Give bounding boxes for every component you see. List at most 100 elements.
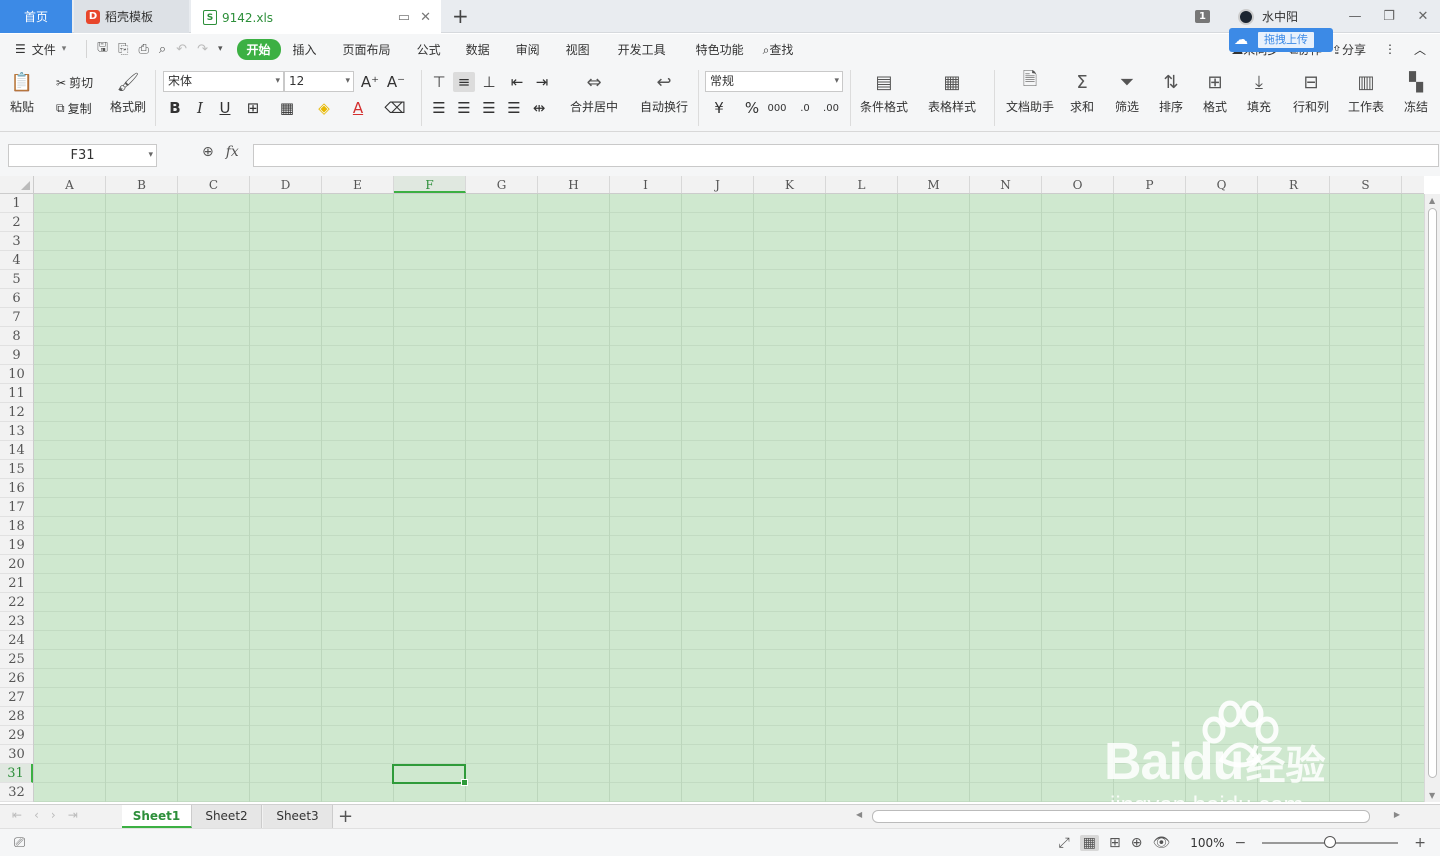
fill-button[interactable]: ⤓ 填充: [1247, 70, 1271, 115]
tab-special-features[interactable]: 特色功能: [681, 41, 759, 58]
distributed-align-icon[interactable]: ⇹: [528, 98, 550, 118]
name-box[interactable]: F31: [8, 144, 157, 167]
active-cell-selection[interactable]: [392, 764, 468, 786]
row-header[interactable]: 2: [0, 213, 33, 232]
decrease-indent-icon[interactable]: ⇤: [506, 72, 528, 92]
increase-indent-icon[interactable]: ⇥: [531, 72, 553, 92]
tab-docer-templates[interactable]: D 稻壳模板: [74, 0, 189, 33]
row-header[interactable]: 10: [0, 365, 33, 384]
scroll-right-icon[interactable]: ▶: [1394, 810, 1400, 819]
align-middle-icon[interactable]: ≡: [453, 72, 475, 92]
row-header[interactable]: 1: [0, 194, 33, 213]
row-header[interactable]: 23: [0, 612, 33, 631]
fill-pattern-icon[interactable]: ▦: [276, 98, 298, 118]
merge-center-button[interactable]: ⇔ 合并居中: [570, 70, 618, 115]
scroll-down-icon[interactable]: ▼: [1429, 791, 1435, 800]
tab-data[interactable]: 数据: [453, 41, 503, 58]
sheet-tab-2[interactable]: Sheet2: [192, 805, 262, 828]
row-header[interactable]: 29: [0, 726, 33, 745]
row-header[interactable]: 27: [0, 688, 33, 707]
row-header[interactable]: 32: [0, 783, 33, 802]
column-header[interactable]: P: [1114, 176, 1186, 193]
clear-format-icon[interactable]: ⌫: [384, 98, 406, 118]
column-header[interactable]: B: [106, 176, 178, 193]
row-header[interactable]: 3: [0, 232, 33, 251]
row-header[interactable]: 22: [0, 593, 33, 612]
percent-icon[interactable]: %: [741, 98, 763, 118]
row-header[interactable]: 5: [0, 270, 33, 289]
column-header[interactable]: G: [466, 176, 538, 193]
conditional-format-button[interactable]: ▤ 条件格式: [860, 70, 908, 115]
normal-view-icon[interactable]: ▦: [1079, 835, 1099, 851]
row-header[interactable]: 6: [0, 289, 33, 308]
align-center-icon[interactable]: ☰: [453, 98, 475, 118]
vertical-scrollbar[interactable]: ▲ ▼: [1424, 194, 1440, 802]
number-format-select[interactable]: 常规: [705, 71, 843, 92]
currency-icon[interactable]: ¥: [708, 98, 730, 118]
more-options-icon[interactable]: ⋮: [1376, 42, 1404, 56]
row-header[interactable]: 20: [0, 555, 33, 574]
filter-button[interactable]: ⏷ 筛选: [1115, 70, 1139, 115]
column-header[interactable]: Q: [1186, 176, 1258, 193]
row-header[interactable]: 30: [0, 745, 33, 764]
scroll-left-icon[interactable]: ◀: [856, 810, 862, 819]
column-header[interactable]: C: [178, 176, 250, 193]
row-header[interactable]: 26: [0, 669, 33, 688]
tab-document[interactable]: S 9142.xls ▭ ✕: [191, 0, 441, 33]
column-header[interactable]: L: [826, 176, 898, 193]
tab-review[interactable]: 审阅: [503, 41, 553, 58]
collapse-ribbon-icon[interactable]: ︿: [1414, 41, 1440, 58]
align-right-icon[interactable]: ☰: [478, 98, 500, 118]
window-count-badge[interactable]: 1: [1195, 10, 1210, 23]
zoom-level[interactable]: 100%: [1190, 836, 1224, 850]
search-button[interactable]: ⌕查找: [759, 41, 798, 58]
fullscreen-icon[interactable]: ⤢: [1059, 835, 1070, 851]
border-icon[interactable]: ⊞: [242, 98, 264, 118]
undo-icon[interactable]: ↶: [176, 42, 187, 57]
quick-access-more-icon[interactable]: ▾: [218, 44, 223, 54]
worksheet-button[interactable]: ▥ 工作表: [1348, 70, 1384, 115]
prev-sheet-icon[interactable]: ‹: [34, 808, 39, 822]
pin-tab-icon[interactable]: ▭: [398, 10, 410, 25]
column-header[interactable]: S: [1330, 176, 1402, 193]
underline-icon[interactable]: U: [214, 98, 236, 118]
copy-button[interactable]: ⧉ 复制: [56, 100, 92, 117]
sheet-tab-1[interactable]: Sheet1: [122, 805, 192, 828]
redo-icon[interactable]: ↷: [197, 42, 208, 57]
row-header[interactable]: 12: [0, 403, 33, 422]
row-header[interactable]: 25: [0, 650, 33, 669]
zoom-formula-icon[interactable]: ⊕: [202, 144, 214, 160]
row-header[interactable]: 19: [0, 536, 33, 555]
next-sheet-icon[interactable]: ›: [51, 808, 56, 822]
column-header[interactable]: J: [682, 176, 754, 193]
save-icon[interactable]: 🖫: [97, 38, 108, 60]
first-sheet-icon[interactable]: ⇤: [12, 808, 22, 822]
horizontal-scrollbar[interactable]: ◀ ▶: [852, 810, 1404, 824]
new-tab-button[interactable]: +: [452, 4, 469, 28]
format-painter-button[interactable]: 🖌 格式刷: [110, 70, 146, 115]
doc-assistant-button[interactable]: 🗎 文档助手: [1006, 69, 1054, 115]
column-header[interactable]: K: [754, 176, 826, 193]
page-break-view-icon[interactable]: ⊞: [1109, 835, 1121, 851]
align-top-icon[interactable]: ⊤: [428, 72, 450, 92]
justify-icon[interactable]: ☰: [503, 98, 525, 118]
row-header[interactable]: 28: [0, 707, 33, 726]
insert-function-icon[interactable]: fx: [226, 144, 239, 160]
select-all-corner[interactable]: [0, 176, 34, 194]
column-header[interactable]: E: [322, 176, 394, 193]
row-header[interactable]: 11: [0, 384, 33, 403]
fill-color-icon[interactable]: ◈: [313, 98, 335, 118]
decrease-decimal-icon[interactable]: .00: [820, 98, 842, 118]
tab-developer[interactable]: 开发工具: [603, 41, 681, 58]
upload-tooltip[interactable]: ☁ 拖拽上传: [1229, 28, 1333, 52]
tab-formulas[interactable]: 公式: [405, 41, 453, 58]
increase-decimal-icon[interactable]: .0: [794, 98, 816, 118]
row-header[interactable]: 31: [0, 764, 33, 783]
macro-record-icon[interactable]: ⎚: [14, 835, 25, 851]
column-header[interactable]: A: [34, 176, 106, 193]
zoom-out-icon[interactable]: −: [1235, 835, 1247, 851]
row-header[interactable]: 18: [0, 517, 33, 536]
increase-font-icon[interactable]: A⁺: [359, 72, 381, 92]
tab-home[interactable]: 首页: [0, 0, 72, 33]
row-header[interactable]: 21: [0, 574, 33, 593]
